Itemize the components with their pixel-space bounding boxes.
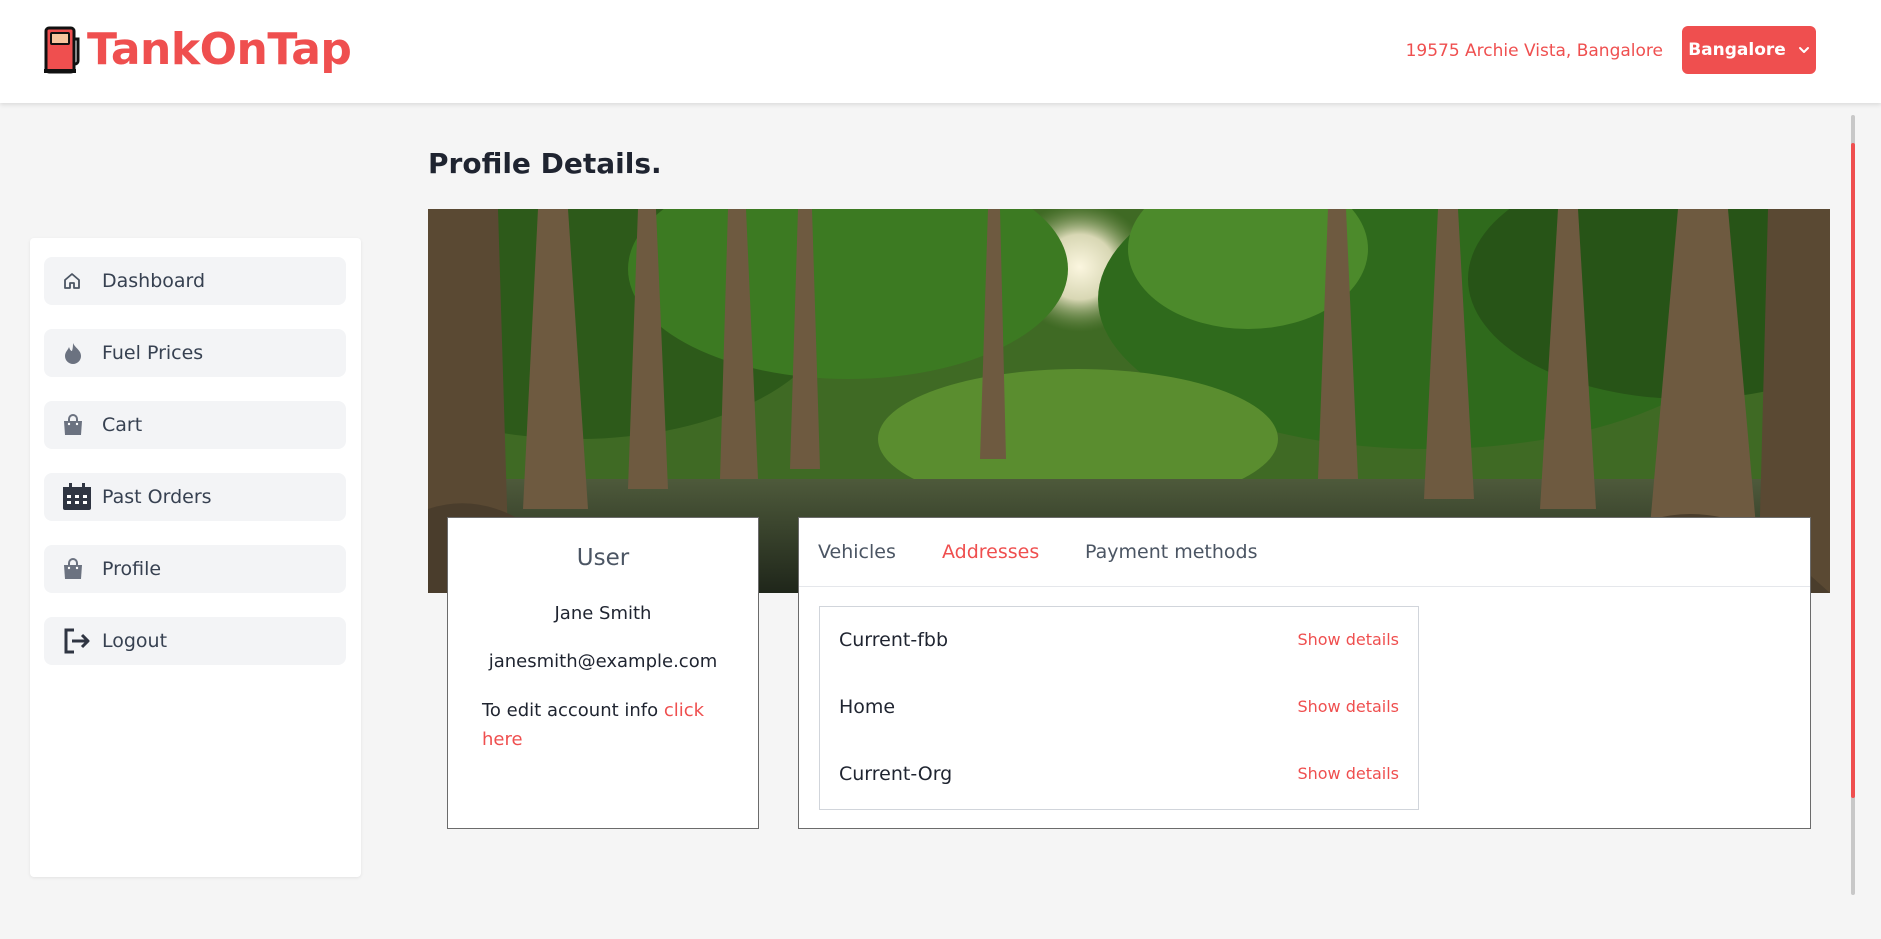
- show-details-link[interactable]: Show details: [1297, 697, 1399, 716]
- sidebar-item-label: Fuel Prices: [102, 342, 204, 364]
- address-name: Current-Org: [839, 763, 953, 785]
- scrollbar-thumb[interactable]: [1851, 143, 1855, 798]
- list-item: Current-fbb Show details: [820, 607, 1418, 674]
- sidebar-item-past-orders[interactable]: Past Orders: [44, 473, 346, 521]
- sidebar-item-fuel-prices[interactable]: Fuel Prices: [44, 329, 346, 377]
- edit-account-label: To edit account info: [482, 700, 664, 721]
- tab-vehicles[interactable]: Vehicles: [818, 541, 896, 563]
- address-name: Home: [839, 696, 896, 718]
- list-item: Home Show details: [820, 674, 1418, 741]
- home-icon: [62, 271, 92, 291]
- sidebar-item-label: Profile: [102, 558, 162, 580]
- sidebar-item-cart[interactable]: Cart: [44, 401, 346, 449]
- city-dropdown-button[interactable]: Bangalore: [1682, 26, 1816, 74]
- flame-icon: [62, 341, 92, 365]
- user-card: User Jane Smith janesmith@example.com To…: [447, 517, 759, 829]
- profile-tabs-card: Vehicles Addresses Payment methods Curre…: [798, 517, 1811, 829]
- sidebar-item-label: Past Orders: [102, 486, 212, 508]
- fuel-pump-icon: [44, 26, 80, 74]
- calendar-icon: [62, 483, 92, 511]
- brand-logo[interactable]: TankOnTap: [43, 24, 352, 76]
- sidebar-item-label: Cart: [102, 414, 143, 436]
- sidebar-item-label: Logout: [102, 630, 168, 652]
- sidebar: Dashboard Fuel Prices Cart Past Orders P…: [30, 238, 361, 877]
- show-details-link[interactable]: Show details: [1297, 764, 1399, 783]
- tab-addresses[interactable]: Addresses: [942, 541, 1039, 563]
- show-details-link[interactable]: Show details: [1297, 630, 1399, 649]
- page-title: Profile Details.: [428, 147, 662, 180]
- chevron-down-icon: [1798, 47, 1809, 53]
- top-navbar: TankOnTap 19575 Archie Vista, Bangalore …: [0, 0, 1881, 103]
- user-card-title: User: [576, 545, 630, 571]
- sidebar-item-profile[interactable]: Profile: [44, 545, 346, 593]
- sidebar-item-logout[interactable]: Logout: [44, 617, 346, 665]
- edit-account-text: To edit account info click here: [482, 696, 732, 754]
- shopping-bag-icon: [62, 413, 92, 437]
- tab-payment-methods[interactable]: Payment methods: [1085, 541, 1258, 563]
- user-name: Jane Smith: [554, 603, 652, 624]
- logout-icon: [62, 627, 92, 655]
- tab-bar: Vehicles Addresses Payment methods: [799, 518, 1810, 587]
- user-email: janesmith@example.com: [488, 651, 718, 672]
- shopping-bag-icon: [62, 557, 92, 581]
- address-list: Current-fbb Show details Home Show detai…: [819, 606, 1419, 810]
- sidebar-item-label: Dashboard: [102, 270, 206, 292]
- address-name: Current-fbb: [839, 629, 949, 651]
- list-item: Current-Org Show details: [820, 741, 1418, 808]
- sidebar-item-dashboard[interactable]: Dashboard: [44, 257, 346, 305]
- city-label: Bangalore: [1688, 40, 1786, 60]
- brand-name: TankOnTap: [87, 24, 352, 75]
- current-address: 19575 Archie Vista, Bangalore: [1405, 41, 1663, 61]
